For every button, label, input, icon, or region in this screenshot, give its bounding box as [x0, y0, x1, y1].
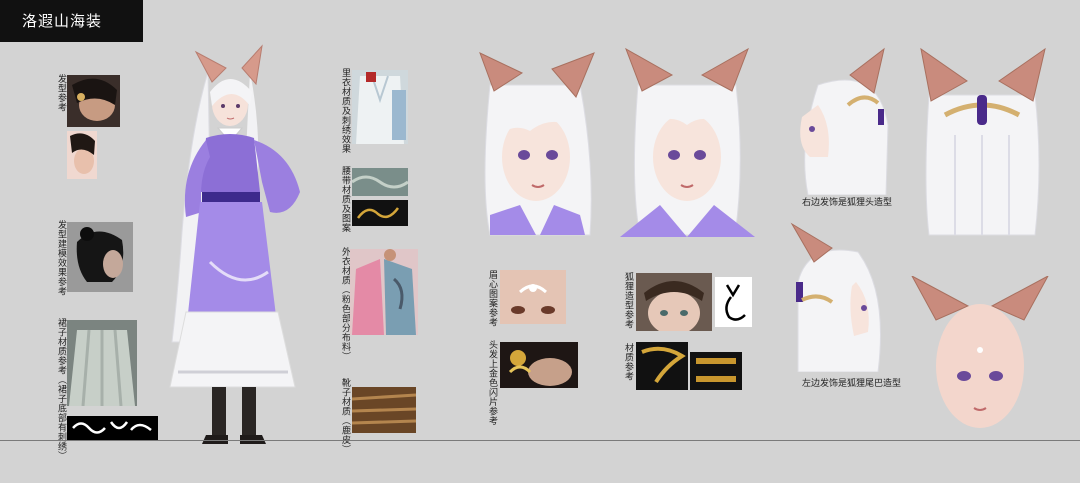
head-left-profile	[788, 222, 893, 372]
head-three-quarter-view	[470, 45, 605, 240]
character-full-body	[150, 42, 305, 462]
ref-image-gold-hairpin	[500, 342, 578, 388]
ref-image-belt-2	[352, 200, 408, 226]
ref-image-hair-1	[67, 75, 120, 127]
ref-image-outer-garment	[350, 249, 418, 335]
label-belt-ref: 腰带材质及图案	[340, 166, 350, 233]
label-brow-ref: 眉心图案参考	[487, 270, 497, 327]
label-boots-ref: 靴子材质（鹿皮）	[340, 378, 350, 454]
label-hair-ref: 发型参考	[56, 74, 66, 112]
ref-image-embroidery-pattern	[67, 416, 158, 440]
label-hairpin-ref: 头发上金色闪片参考	[487, 340, 497, 426]
label-inner-ref: 里衣材质及刺绣效果	[340, 68, 350, 154]
caption-right-ornament: 右边发饰是狐狸头造型	[802, 198, 893, 208]
label-material-ref: 材质参考	[623, 343, 633, 381]
head-back-view	[915, 45, 1050, 240]
ref-image-boots-leather	[352, 387, 416, 433]
ref-image-hair-2	[67, 131, 97, 179]
label-fox-ref: 狐狸造型参考	[623, 272, 633, 329]
label-hair-model-ref: 发型建模效果参考	[56, 220, 66, 296]
head-bald-base	[910, 276, 1050, 434]
ref-image-fox-sketch	[715, 277, 752, 327]
ref-image-inner-garment	[352, 70, 408, 144]
ref-image-belt-1	[352, 168, 408, 196]
head-right-profile	[788, 45, 893, 195]
ref-image-fox-style	[636, 273, 712, 331]
head-front-view	[620, 45, 755, 240]
ground-line	[0, 440, 1080, 441]
label-outer-ref: 外衣材质（粉色部分布料）	[340, 247, 350, 361]
caption-left-ornament: 左边发饰是狐狸尾巴造型	[802, 379, 902, 389]
ref-image-material-2	[690, 352, 742, 390]
ref-image-hair-model	[67, 222, 133, 292]
ref-image-material-1	[636, 342, 688, 390]
page-title: 洛遐山海装	[0, 0, 143, 42]
ref-image-brow-pattern	[500, 270, 566, 324]
ref-image-skirt	[67, 320, 137, 406]
